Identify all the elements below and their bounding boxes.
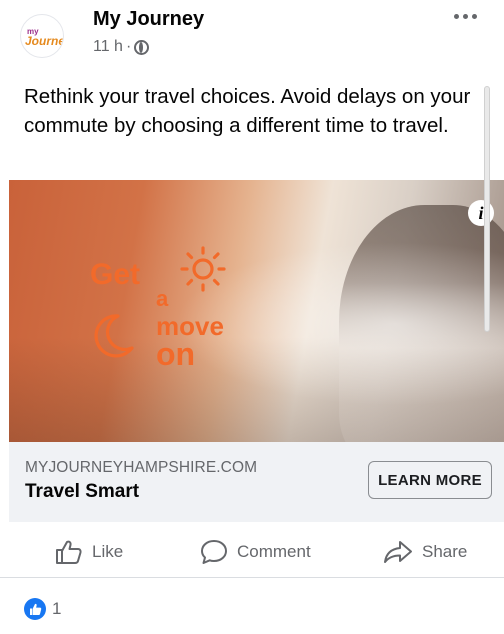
learn-more-button[interactable]: LEARN MORE [368, 461, 492, 499]
reaction-count: 1 [52, 599, 62, 618]
thumbs-up-icon [56, 540, 82, 564]
page-name[interactable]: My Journey [93, 8, 204, 31]
globe-icon[interactable] [134, 39, 150, 55]
more-options-button[interactable] [450, 6, 480, 26]
meta-separator: · [125, 38, 132, 55]
share-icon [384, 541, 412, 563]
link-title: Travel Smart [25, 481, 140, 502]
post-text: Rethink your travel choices. Avoid delay… [24, 85, 471, 137]
share-label: Share [422, 542, 468, 561]
link-preview[interactable]: MYJOURNEYHAMPSHIRE.COM Travel Smart LEAR… [9, 442, 504, 522]
link-domain: MYJOURNEYHAMPSHIRE.COM [25, 459, 258, 476]
like-button[interactable]: Like [55, 536, 123, 568]
comment-icon [201, 540, 227, 564]
post-actions: Like Comment Share [0, 530, 504, 578]
more-dot [471, 13, 477, 19]
headline-a: a [156, 286, 169, 311]
comment-label: Comment [237, 542, 311, 561]
more-dot [462, 13, 468, 19]
thumbs-up-icon [29, 603, 41, 615]
like-label: Like [92, 542, 124, 561]
moon-icon [94, 314, 134, 358]
like-reaction-icon [24, 598, 46, 620]
post-time[interactable]: 11 h [93, 38, 123, 56]
more-dots-icon [453, 13, 459, 19]
sun-icon [180, 246, 226, 292]
comment-button[interactable]: Comment [200, 536, 311, 568]
info-icon[interactable]: i [468, 200, 494, 226]
headline-on: on [156, 336, 196, 372]
facebook-post: my Journey My Journey 11 h · Rethink you… [0, 0, 504, 634]
avatar-logo-main: Journey [25, 34, 63, 48]
headline-get: Get [90, 258, 141, 291]
ad-headline: Get a move on [90, 240, 260, 380]
post-meta: 11 h · [93, 38, 150, 56]
scrollbar[interactable] [484, 86, 490, 332]
post-header: my Journey My Journey 11 h · [0, 0, 504, 74]
page-avatar[interactable]: my Journey [20, 14, 64, 58]
reaction-summary[interactable]: 1 [24, 596, 61, 622]
share-button[interactable]: Share [383, 536, 467, 568]
